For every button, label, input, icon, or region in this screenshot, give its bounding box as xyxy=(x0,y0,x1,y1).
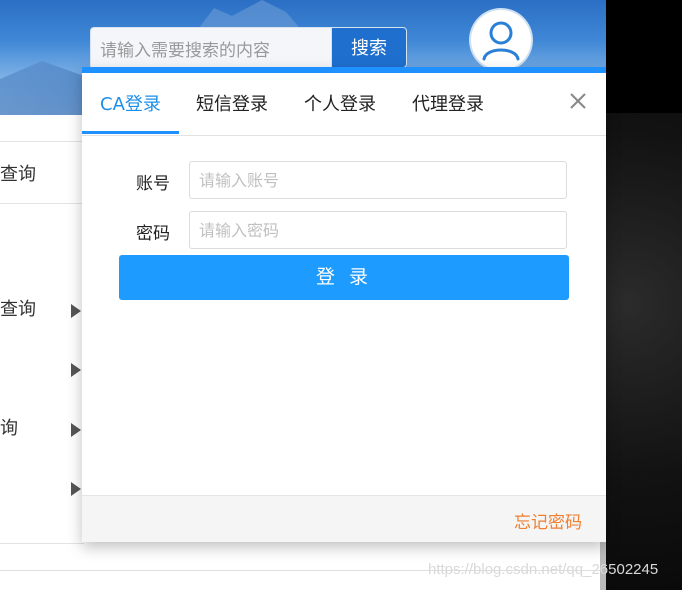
active-tab-indicator xyxy=(82,131,179,134)
user-avatar-icon[interactable] xyxy=(471,10,531,70)
modal-footer: 忘记密码 xyxy=(82,495,606,542)
night-sky-image xyxy=(606,113,682,590)
divider xyxy=(0,203,84,204)
account-label: 账号 xyxy=(136,174,170,194)
account-input[interactable] xyxy=(189,161,567,199)
triangle-right-icon[interactable] xyxy=(71,304,81,318)
tab-personal-login[interactable]: 个人登录 xyxy=(304,90,376,116)
triangle-right-icon[interactable] xyxy=(71,423,81,437)
search-input[interactable]: 请输入需要搜索的内容 xyxy=(100,36,320,61)
close-icon[interactable] xyxy=(567,90,589,112)
password-input[interactable] xyxy=(189,211,567,249)
tab-sms-login[interactable]: 短信登录 xyxy=(196,90,268,116)
search-button[interactable]: 搜索 xyxy=(331,27,407,68)
sidebar-item-label[interactable]: 查询 xyxy=(0,295,36,321)
triangle-right-icon[interactable] xyxy=(71,482,81,496)
sidebar-item-label[interactable]: 查询 xyxy=(0,160,36,186)
divider xyxy=(0,141,84,142)
login-tabs: CA登录 短信登录 个人登录 代理登录 xyxy=(82,73,606,136)
forgot-password-link[interactable]: 忘记密码 xyxy=(514,508,582,533)
sidebar-item-label[interactable]: 询 xyxy=(0,414,18,440)
tab-agent-login[interactable]: 代理登录 xyxy=(412,90,484,116)
login-button[interactable]: 登 录 xyxy=(119,255,569,300)
divider xyxy=(0,543,84,544)
dark-background-panel xyxy=(606,0,682,590)
tab-ca-login[interactable]: CA登录 xyxy=(100,90,161,116)
login-modal: CA登录 短信登录 个人登录 代理登录 账号 密码 登 录 忘记密码 xyxy=(82,67,606,542)
watermark-text: https://blog.csdn.net/qq_26502245 xyxy=(428,561,659,578)
triangle-right-icon[interactable] xyxy=(71,363,81,377)
password-label: 密码 xyxy=(136,224,170,244)
